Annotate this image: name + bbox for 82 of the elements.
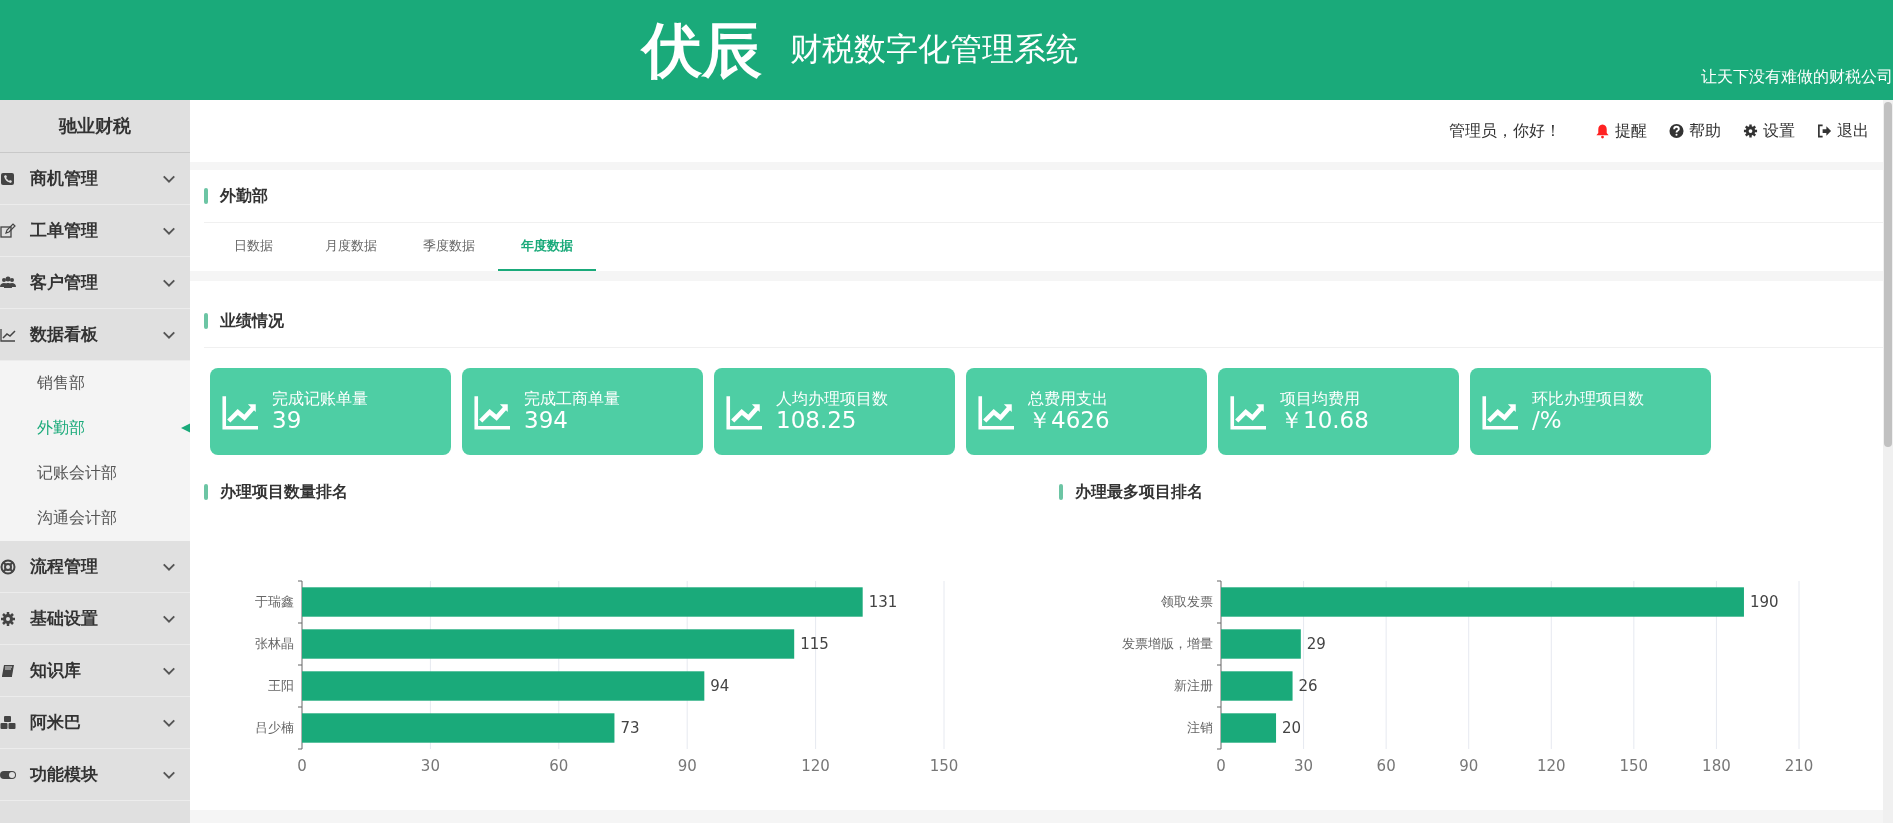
axis-tick-label: 180	[1701, 757, 1731, 775]
selected-triangle-icon	[181, 422, 190, 434]
chart-up-icon	[1480, 393, 1520, 430]
stat-label: 项目均费用	[1280, 391, 1361, 407]
section-marker	[204, 484, 208, 500]
axis-tick-label: 0	[1215, 757, 1226, 775]
scrollbar[interactable]	[1883, 100, 1893, 823]
section-marker	[1058, 484, 1063, 500]
value-label: 190	[1749, 593, 1779, 611]
chart-up-icon	[724, 393, 764, 430]
value-label: 26	[1298, 677, 1318, 695]
header-link[interactable]: 设置	[1743, 120, 1795, 142]
stat-label: 完成工商单量	[524, 391, 620, 407]
greeting-text: 管理员，你好！	[1449, 120, 1561, 142]
value-label: 131	[868, 593, 898, 611]
stat-value: ￥4626	[1028, 409, 1110, 432]
category-label: 新注册	[1173, 678, 1213, 693]
stat-label: 环比办理项目数	[1532, 391, 1644, 407]
settings-icon	[1743, 123, 1758, 139]
section-title: 外勤部	[220, 185, 268, 207]
stat-value: 108.25	[776, 409, 858, 432]
category-label: 于瑞鑫	[255, 594, 294, 609]
tab[interactable]: 季度数据	[400, 223, 498, 271]
value-label: 115	[800, 635, 829, 653]
tagline: 让天下没有难做的财税公司	[1701, 67, 1893, 88]
value-label: 29	[1306, 635, 1326, 653]
bell-icon	[1595, 123, 1610, 139]
header-link[interactable]: 提醒	[1595, 120, 1647, 142]
edit-icon	[0, 222, 16, 239]
submenu-item[interactable]: 销售部	[0, 361, 190, 406]
section-title: 业绩情况	[220, 310, 284, 332]
chart-up-icon	[220, 393, 260, 430]
chart-title: 办理项目数量排名	[220, 481, 348, 503]
stat-label: 人均办理项目数	[776, 391, 888, 407]
axis-tick-label: 30	[1293, 757, 1313, 775]
submenu-item[interactable]: 沟通会计部	[0, 496, 190, 541]
section-marker	[204, 188, 208, 204]
stat-value: 39	[272, 409, 303, 432]
axis-tick-label: 90	[1458, 757, 1478, 775]
axis-tick-label: 150	[1619, 757, 1648, 775]
chart-up-icon	[1228, 393, 1268, 430]
axis-tick-label: 210	[1784, 757, 1813, 775]
axis-tick-label: 60	[1376, 757, 1396, 775]
axis-tick-label: 60	[549, 757, 569, 775]
help-icon	[1669, 123, 1684, 139]
category-label: 发票增版，增量	[1121, 636, 1213, 651]
tab[interactable]: 月度数据	[302, 223, 400, 271]
cubes-icon	[0, 714, 16, 731]
value-label: 94	[710, 677, 730, 695]
axis-tick-label: 90	[677, 757, 697, 775]
stat-label: 总费用支出	[1028, 391, 1109, 407]
axis-tick-label: 150	[929, 757, 959, 775]
system-title: 财税数字化管理系统	[789, 29, 1078, 70]
header-link[interactable]: 帮助	[1669, 120, 1721, 142]
category-label: 领取发票	[1160, 594, 1213, 609]
category-label: 王阳	[268, 678, 294, 693]
stat-value: 394	[524, 409, 569, 432]
axis-tick-label: 120	[1536, 757, 1566, 775]
value-label: 73	[620, 719, 640, 737]
value-label: 20	[1281, 719, 1301, 737]
line-chart-icon	[0, 326, 16, 343]
life-ring-icon	[0, 558, 16, 575]
axis-tick-label: 0	[297, 757, 307, 775]
header-link[interactable]: 退出	[1817, 120, 1869, 142]
axis-tick-label: 120	[801, 757, 830, 775]
users-icon	[0, 274, 16, 291]
submenu-item[interactable]: 记账会计部	[0, 451, 190, 496]
bar	[1220, 713, 1276, 743]
chart-up-icon	[976, 393, 1016, 430]
stat-value: ￥10.68	[1280, 409, 1369, 432]
chart-title: 办理最多项目排名	[1074, 481, 1203, 503]
chart-up-icon	[472, 393, 512, 430]
category-label: 注销	[1186, 720, 1213, 735]
stat-label: 完成记账单量	[272, 391, 368, 407]
category-label: 吕少楠	[255, 720, 294, 735]
tab[interactable]: 日数据	[204, 223, 302, 271]
axis-tick-label: 30	[420, 757, 440, 775]
category-label: 张林晶	[255, 636, 294, 651]
stat-value: /%	[1532, 409, 1563, 432]
logout-icon	[1817, 123, 1832, 139]
section-marker	[204, 313, 208, 329]
logo-text: 伏辰	[639, 14, 763, 86]
